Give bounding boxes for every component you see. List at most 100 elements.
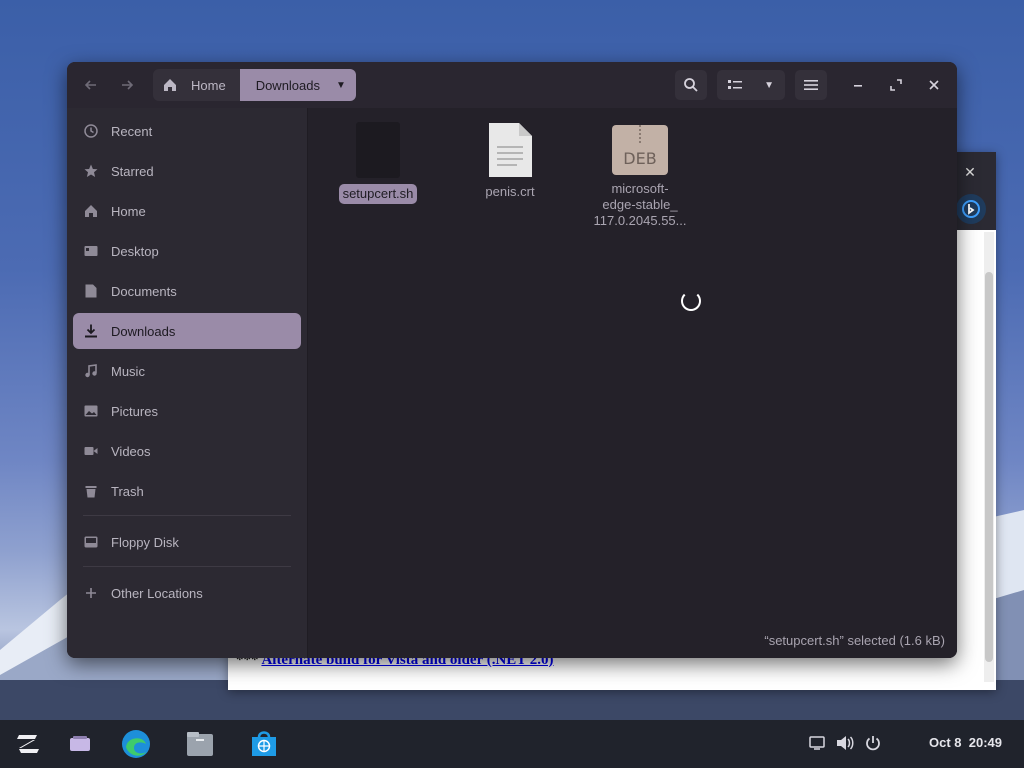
plus-icon bbox=[83, 585, 99, 601]
sidebar-item-label: Recent bbox=[111, 123, 153, 139]
hamburger-icon bbox=[804, 80, 818, 90]
star-icon bbox=[83, 163, 99, 179]
arrow-left-icon bbox=[84, 80, 96, 90]
sidebar-item-trash[interactable]: Trash bbox=[73, 473, 301, 509]
dropdown-icon[interactable]: ▼ bbox=[336, 80, 346, 91]
deb-badge: DEB bbox=[623, 149, 657, 168]
home-icon bbox=[83, 203, 99, 219]
sidebar-item-label: Downloads bbox=[111, 323, 176, 339]
clock[interactable]: Oct 8 20:49 bbox=[929, 735, 1002, 750]
close-button[interactable] bbox=[918, 70, 950, 100]
minimize-button[interactable] bbox=[842, 70, 874, 100]
file-view[interactable]: setupcert.sh penis.crt DEB microsoft- ed… bbox=[308, 108, 957, 658]
maximize-button[interactable] bbox=[880, 70, 912, 100]
script-file-icon bbox=[356, 122, 400, 178]
arrow-right-icon bbox=[122, 80, 134, 90]
download-icon bbox=[83, 323, 99, 339]
files-button[interactable] bbox=[182, 728, 218, 760]
sidebar-item-floppy-disk[interactable]: Floppy Disk bbox=[73, 524, 301, 560]
sidebar-divider bbox=[83, 566, 291, 567]
sidebar-item-recent[interactable]: Recent bbox=[73, 113, 301, 149]
file-item-setupcert[interactable]: setupcert.sh bbox=[323, 122, 433, 204]
chevron-down-icon: ▼ bbox=[764, 79, 774, 91]
menu-button[interactable] bbox=[795, 70, 827, 100]
file-item-crt[interactable]: penis.crt bbox=[455, 122, 565, 200]
clock-time: 20:49 bbox=[968, 735, 1002, 750]
sidebar-item-label: Floppy Disk bbox=[111, 534, 179, 550]
volume-icon[interactable] bbox=[836, 734, 854, 752]
header-bar: Home Downloads ▼ ▼ bbox=[67, 62, 957, 108]
sidebar-item-label: Pictures bbox=[111, 403, 158, 419]
browser-scrollbar[interactable] bbox=[984, 232, 994, 682]
software-store-button[interactable] bbox=[246, 728, 282, 760]
sidebar-item-label: Trash bbox=[111, 483, 144, 499]
archive-file-icon: DEB bbox=[612, 125, 668, 175]
path-current-label: Downloads bbox=[255, 77, 321, 93]
document-icon bbox=[83, 283, 99, 299]
screen-icon[interactable] bbox=[808, 734, 826, 752]
text-file-icon bbox=[489, 123, 532, 177]
search-button[interactable] bbox=[675, 70, 707, 100]
forward-button[interactable] bbox=[111, 70, 143, 100]
sidebar-item-label: Home bbox=[111, 203, 146, 219]
search-icon bbox=[684, 78, 698, 92]
sidebar-item-starred[interactable]: Starred bbox=[73, 153, 301, 189]
back-button[interactable] bbox=[75, 70, 107, 100]
close-icon bbox=[929, 80, 939, 90]
scrollbar-thumb[interactable] bbox=[985, 272, 993, 662]
file-item-deb[interactable]: DEB microsoft- edge-stable_ 117.0.2045.5… bbox=[585, 122, 695, 229]
sidebar-item-desktop[interactable]: Desktop bbox=[73, 233, 301, 269]
files-icon bbox=[187, 732, 213, 756]
file-name-line: microsoft- bbox=[611, 181, 669, 196]
sidebar-item-documents[interactable]: Documents bbox=[73, 273, 301, 309]
sidebar-item-home[interactable]: Home bbox=[73, 193, 301, 229]
file-name: setupcert.sh bbox=[338, 184, 418, 204]
sidebar-item-label: Videos bbox=[111, 443, 151, 459]
start-menu-button[interactable] bbox=[10, 728, 46, 760]
view-options-button[interactable]: ▼ bbox=[717, 70, 785, 100]
sidebar-item-pictures[interactable]: Pictures bbox=[73, 393, 301, 429]
maximize-icon bbox=[890, 79, 902, 91]
sidebar-item-other-locations[interactable]: Other Locations bbox=[73, 575, 301, 611]
clock-date: Oct 8 bbox=[929, 735, 962, 750]
store-icon bbox=[252, 731, 276, 756]
bing-icon[interactable] bbox=[956, 194, 986, 224]
path-home-label: Home bbox=[191, 77, 226, 93]
file-name: penis.crt bbox=[485, 184, 535, 199]
minimize-icon bbox=[854, 85, 862, 87]
sidebar-item-videos[interactable]: Videos bbox=[73, 433, 301, 469]
sidebar-item-downloads[interactable]: Downloads bbox=[73, 313, 301, 349]
sidebar-item-music[interactable]: Music bbox=[73, 353, 301, 389]
home-icon bbox=[161, 76, 179, 94]
path-home-button[interactable]: Home bbox=[153, 69, 240, 101]
trash-icon bbox=[83, 483, 99, 499]
edge-browser-button[interactable] bbox=[118, 728, 154, 760]
video-icon bbox=[83, 443, 99, 459]
edge-icon bbox=[122, 730, 150, 758]
zipper-icon bbox=[639, 125, 641, 143]
zorin-logo-icon bbox=[17, 735, 39, 753]
file-manager-window: Home Downloads ▼ ▼ Recent Starred Home D… bbox=[67, 62, 957, 658]
workspaces-button[interactable] bbox=[62, 728, 98, 760]
sidebar-item-label: Documents bbox=[111, 283, 177, 299]
browser-close-button[interactable]: ✕ bbox=[956, 158, 984, 186]
picture-icon bbox=[83, 403, 99, 419]
sidebar-item-label: Music bbox=[111, 363, 145, 379]
file-name-line: edge-stable_ bbox=[602, 197, 678, 212]
drive-icon bbox=[83, 534, 99, 550]
power-icon[interactable] bbox=[864, 734, 882, 752]
sidebar-divider bbox=[83, 515, 291, 516]
sidebar: Recent Starred Home Desktop Documents Do… bbox=[67, 108, 308, 658]
desktop-icon bbox=[83, 243, 99, 259]
file-name: microsoft- edge-stable_ 117.0.2045.55... bbox=[585, 181, 695, 229]
music-icon bbox=[83, 363, 99, 379]
status-text: “setupcert.sh” selected (1.6 kB) bbox=[764, 633, 945, 648]
sidebar-item-label: Desktop bbox=[111, 243, 159, 259]
list-view-icon bbox=[728, 80, 743, 89]
sidebar-item-label: Starred bbox=[111, 163, 154, 179]
loading-spinner-icon bbox=[681, 291, 701, 311]
window-switcher-icon bbox=[70, 736, 90, 751]
path-downloads-button[interactable]: Downloads ▼ bbox=[239, 69, 356, 101]
taskbar: Oct 8 20:49 bbox=[0, 720, 1024, 768]
clock-icon bbox=[83, 123, 99, 139]
